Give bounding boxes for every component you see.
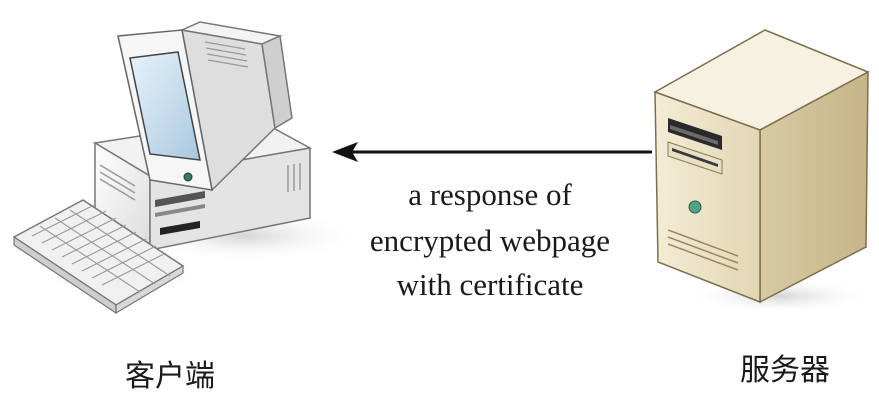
message-line-2: encrypted webpage: [369, 223, 611, 258]
response-arrow: [332, 142, 652, 162]
diagram-canvas: a response of encrypted webpage with cer…: [0, 0, 879, 408]
client-label: 客户端: [125, 359, 215, 394]
message-line-1: a response of: [408, 177, 572, 212]
server-tower-icon: [653, 29, 875, 314]
desktop-computer-icon: [12, 21, 365, 315]
server-label: 服务器: [740, 353, 830, 388]
message-line-3: with certificate: [396, 267, 584, 302]
